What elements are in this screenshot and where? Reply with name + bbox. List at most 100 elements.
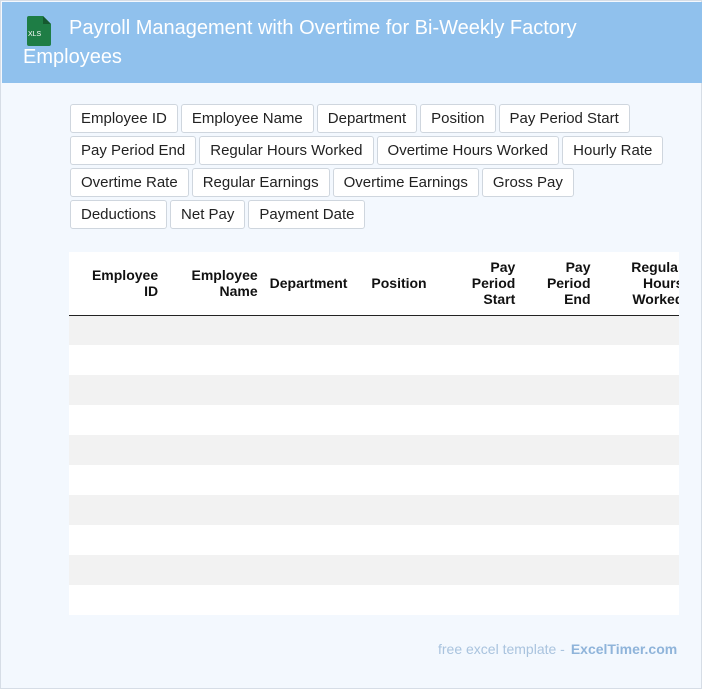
table-cell[interactable]	[263, 345, 366, 375]
column-header[interactable]: Employee ID	[69, 252, 165, 316]
field-chip[interactable]: Gross Pay	[481, 168, 574, 197]
table-cell[interactable]	[521, 315, 597, 345]
table-cell[interactable]	[365, 345, 443, 375]
table-cell[interactable]	[164, 405, 264, 435]
table-cell[interactable]	[69, 555, 165, 585]
table-cell[interactable]	[442, 315, 522, 345]
table-cell[interactable]	[596, 345, 679, 375]
table-cell[interactable]	[521, 435, 597, 465]
field-chip[interactable]: Overtime Rate	[70, 168, 189, 197]
data-table-container[interactable]: Employee ID Employee Name Department Positi…	[69, 252, 679, 615]
table-header-row: Employee ID Employee Name Department Positi…	[69, 252, 679, 316]
table-cell[interactable]	[596, 585, 679, 615]
table-cell[interactable]	[69, 375, 165, 405]
table-cell[interactable]	[521, 465, 597, 495]
table-cell[interactable]	[263, 585, 366, 615]
table-cell[interactable]	[596, 375, 679, 405]
table-cell[interactable]	[596, 435, 679, 465]
field-chip[interactable]: Employee Name	[180, 104, 314, 133]
table-cell[interactable]	[596, 495, 679, 525]
table-cell[interactable]	[521, 525, 597, 555]
table-cell[interactable]	[164, 555, 264, 585]
field-chip[interactable]: Overtime Earnings	[332, 168, 479, 197]
table-cell[interactable]	[263, 375, 366, 405]
table-cell[interactable]	[69, 345, 165, 375]
table-cell[interactable]	[365, 585, 443, 615]
table-cell[interactable]	[164, 345, 264, 375]
table-body	[69, 315, 679, 615]
table-cell[interactable]	[164, 495, 264, 525]
table-cell[interactable]	[442, 345, 522, 375]
field-chip[interactable]: Position	[420, 104, 496, 133]
table-cell[interactable]	[365, 435, 443, 465]
field-chip[interactable]: Deductions	[70, 200, 168, 229]
table-cell[interactable]	[365, 465, 443, 495]
column-header[interactable]: Employee Name	[164, 252, 264, 316]
table-cell[interactable]	[442, 585, 522, 615]
footer-brand-link[interactable]: ExcelTimer.com	[571, 641, 677, 657]
table-cell[interactable]	[263, 555, 366, 585]
table-cell[interactable]	[521, 375, 597, 405]
table-cell[interactable]	[365, 375, 443, 405]
table-cell[interactable]	[442, 375, 522, 405]
column-header[interactable]: Regular Hours Worked	[596, 252, 679, 316]
table-cell[interactable]	[442, 405, 522, 435]
table-cell[interactable]	[442, 465, 522, 495]
table-row	[69, 315, 679, 345]
table-cell[interactable]	[263, 495, 366, 525]
table-cell[interactable]	[596, 525, 679, 555]
table-cell[interactable]	[365, 315, 443, 345]
table-cell[interactable]	[442, 525, 522, 555]
table-cell[interactable]	[164, 465, 264, 495]
field-chip-list: Employee ID Employee Name Department Positi…	[70, 104, 670, 229]
table-cell[interactable]	[69, 495, 165, 525]
table-cell[interactable]	[69, 435, 165, 465]
table-cell[interactable]	[442, 495, 522, 525]
field-chip[interactable]: Employee ID	[70, 104, 178, 133]
table-cell[interactable]	[263, 435, 366, 465]
table-cell[interactable]	[521, 405, 597, 435]
table-cell[interactable]	[164, 315, 264, 345]
table-cell[interactable]	[263, 465, 366, 495]
table-cell[interactable]	[164, 525, 264, 555]
table-cell[interactable]	[69, 465, 165, 495]
table-cell[interactable]	[521, 585, 597, 615]
column-header[interactable]: Department	[263, 252, 366, 316]
table-cell[interactable]	[596, 315, 679, 345]
table-cell[interactable]	[69, 525, 165, 555]
table-cell[interactable]	[263, 525, 366, 555]
field-chip[interactable]: Hourly Rate	[562, 136, 664, 165]
column-header[interactable]: Position	[365, 252, 443, 316]
field-chip[interactable]: Payment Date	[248, 200, 366, 229]
table-cell[interactable]	[164, 435, 264, 465]
table-cell[interactable]	[596, 405, 679, 435]
table-cell[interactable]	[365, 555, 443, 585]
table-cell[interactable]	[596, 465, 679, 495]
table-cell[interactable]	[442, 435, 522, 465]
table-cell[interactable]	[164, 585, 264, 615]
table-cell[interactable]	[164, 375, 264, 405]
table-cell[interactable]	[365, 495, 443, 525]
field-chip[interactable]: Pay Period End	[70, 136, 197, 165]
table-cell[interactable]	[69, 405, 165, 435]
column-header[interactable]: Pay Period End	[521, 252, 597, 316]
column-header[interactable]: Pay Period Start	[442, 252, 522, 316]
table-cell[interactable]	[365, 525, 443, 555]
table-cell[interactable]	[521, 345, 597, 375]
table-cell[interactable]	[263, 315, 366, 345]
field-chip[interactable]: Regular Earnings	[191, 168, 330, 197]
table-cell[interactable]	[69, 585, 165, 615]
table-cell[interactable]	[521, 495, 597, 525]
field-chip[interactable]: Regular Hours Worked	[199, 136, 374, 165]
table-cell[interactable]	[442, 555, 522, 585]
table-row	[69, 525, 679, 555]
table-cell[interactable]	[69, 315, 165, 345]
field-chip[interactable]: Net Pay	[170, 200, 246, 229]
field-chip[interactable]: Department	[316, 104, 418, 133]
table-cell[interactable]	[263, 405, 366, 435]
field-chip[interactable]: Overtime Hours Worked	[376, 136, 560, 165]
table-cell[interactable]	[365, 405, 443, 435]
field-chip[interactable]: Pay Period Start	[498, 104, 630, 133]
table-cell[interactable]	[596, 555, 679, 585]
table-cell[interactable]	[521, 555, 597, 585]
